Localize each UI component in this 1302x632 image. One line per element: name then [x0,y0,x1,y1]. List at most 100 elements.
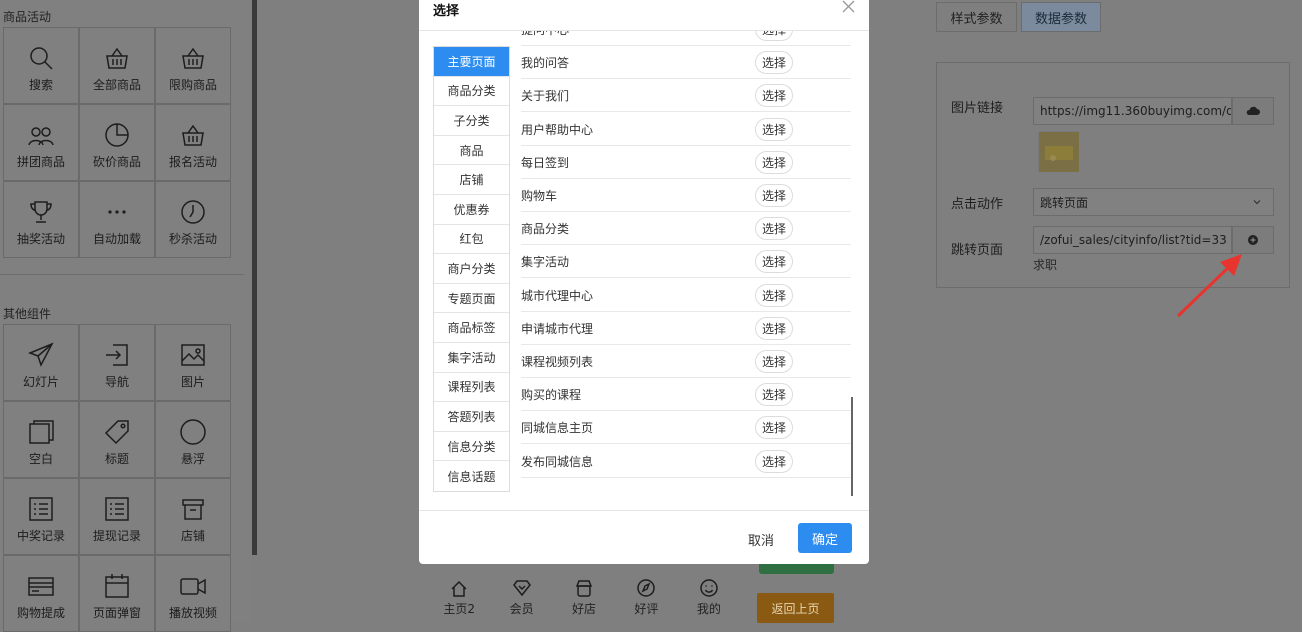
upload-button[interactable] [1232,97,1274,125]
select-button[interactable]: 选择 [755,416,793,440]
pie-icon [105,123,129,147]
component-tile[interactable]: 秒杀活动 [155,181,231,258]
add-circle-icon [1248,235,1258,245]
cloud-icon [1246,106,1260,115]
category-item[interactable]: 红包 [434,225,509,255]
image-link-input[interactable]: https://img11.360buyimg.com/ddim [1033,97,1232,125]
component-tile[interactable]: 购物提成 [3,555,79,632]
select-button[interactable]: 选择 [755,283,793,307]
component-label: 幻灯片 [22,375,59,389]
category-item[interactable]: 课程列表 [434,373,509,403]
component-tile[interactable]: 报名活动 [155,104,231,181]
component-tile[interactable]: 抽奖活动 [3,181,79,258]
select-button[interactable]: 选择 [755,383,793,407]
tab-data-params[interactable]: 数据参数 [1021,2,1101,32]
nav-item[interactable]: 我的 [678,560,740,622]
tag-icon [104,420,129,445]
component-tile[interactable]: 页面弹窗 [79,555,155,632]
basket-icon [182,124,204,146]
clock-icon [181,200,205,224]
nav-item[interactable]: 好店 [553,560,615,622]
component-label: 全部商品 [92,78,141,92]
category-item[interactable]: 答题列表 [434,402,509,432]
component-tile[interactable]: 幻灯片 [3,324,79,401]
confirm-button[interactable]: 确定 [798,523,852,553]
close-icon[interactable] [840,0,856,16]
select-button[interactable]: 选择 [755,449,793,473]
component-label: 砍价商品 [92,155,141,169]
component-label: 中奖记录 [16,529,65,543]
left-scrollbar[interactable] [252,0,257,555]
category-item[interactable]: 子分类 [434,106,509,136]
page-row: 提问中心 选择 [521,31,851,46]
component-tile[interactable]: 悬浮 [155,401,231,478]
circle-icon [180,419,206,445]
select-button[interactable]: 选择 [755,51,793,75]
page-name: 课程视频列表 [521,355,594,369]
image-thumbnail [1038,131,1079,172]
component-tile[interactable]: 搜索 [3,27,79,104]
smile-icon [700,579,718,597]
select-button[interactable]: 选择 [755,84,793,108]
category-item[interactable]: 集字活动 [434,343,509,373]
component-tile[interactable]: 全部商品 [79,27,155,104]
activity-section-title: 商品活动 [3,10,52,24]
category-item[interactable]: 主要页面 [434,47,509,77]
component-tile[interactable]: 自动加载 [79,181,155,258]
category-item[interactable]: 商户分类 [434,254,509,284]
category-item[interactable]: 优惠券 [434,195,509,225]
page-list: 提问中心选择我的问答选择关于我们选择用户帮助中心选择每日签到选择购物车选择商品分… [521,31,851,496]
component-tile[interactable]: 图片 [155,324,231,401]
diamond-icon [512,580,531,597]
category-item[interactable]: 商品分类 [434,77,509,107]
page-name: 我的问答 [521,56,570,71]
component-tile[interactable]: 砍价商品 [79,104,155,181]
nav-item[interactable]: 会员 [490,560,552,622]
nav-item[interactable]: 好评 [615,560,677,622]
page-name: 购物车 [521,189,558,203]
category-item[interactable]: 商品标签 [434,313,509,343]
select-button[interactable]: 选择 [755,184,793,207]
category-item[interactable]: 信息分类 [434,432,509,462]
back-button[interactable]: 返回上页 [757,593,834,623]
store-icon [575,580,593,597]
category-item[interactable]: 信息话题 [434,461,509,491]
modal-footer-divider [419,510,869,511]
page-row: 用户帮助中心 选择 [521,113,851,146]
component-tile[interactable]: 提现记录 [79,478,155,555]
component-tile[interactable]: 导航 [79,324,155,401]
component-tile[interactable]: 限购商品 [155,27,231,104]
component-tile[interactable]: 空白 [3,401,79,478]
tab-style-params[interactable]: 样式参数 [936,2,1017,32]
select-button[interactable]: 选择 [755,217,793,241]
select-button[interactable]: 选择 [755,150,793,174]
click-action-select[interactable]: 跳转页面 [1033,188,1274,216]
component-tile[interactable]: 店铺 [155,478,231,555]
page-list-scrollbar[interactable] [851,397,853,496]
group-icon [28,127,54,146]
select-button[interactable]: 选择 [755,250,793,274]
select-button[interactable]: 选择 [755,117,793,141]
component-tile[interactable]: 标题 [79,401,155,478]
select-button[interactable]: 选择 [755,31,793,41]
component-label: 报名活动 [168,155,217,169]
category-item[interactable]: 商品 [434,136,509,166]
component-tile[interactable]: 拼团商品 [3,104,79,181]
page-name: 申请城市代理 [521,321,594,336]
page-row: 同城信息主页 选择 [521,411,851,445]
category-item[interactable]: 店铺 [434,165,509,195]
page-row: 城市代理中心 选择 [521,279,851,312]
select-button[interactable]: 选择 [755,316,793,340]
image-icon [181,344,205,366]
page-row: 我的问答 选择 [521,46,851,80]
select-button[interactable]: 选择 [755,350,793,373]
trophy-icon [30,201,52,223]
other-section-title: 其他组件 [3,307,52,321]
list-icon [29,497,53,521]
home-icon [451,580,467,597]
cancel-button[interactable]: 取消 [739,524,783,554]
nav-item[interactable]: 主页2 [428,560,490,622]
component-tile[interactable]: 播放视频 [155,555,231,632]
component-tile[interactable]: 中奖记录 [3,478,79,555]
category-item[interactable]: 专题页面 [434,284,509,314]
